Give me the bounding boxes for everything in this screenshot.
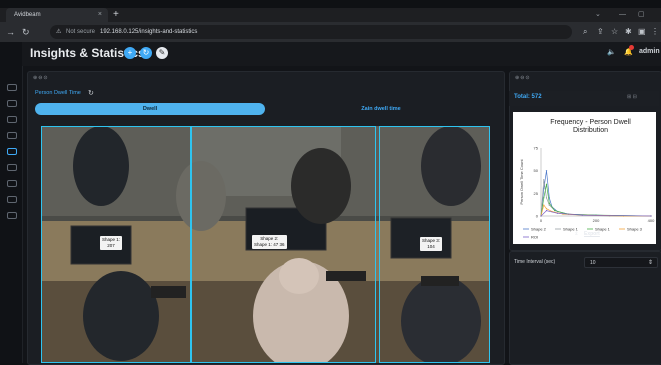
notification-badge	[629, 45, 634, 50]
interval-value: 10	[590, 260, 596, 266]
data-point	[581, 214, 583, 216]
tab-zain-dwell-time[interactable]: Zain dwell time	[266, 103, 496, 115]
total-label: Total: 572	[514, 94, 542, 100]
nav-insights-icon[interactable]	[7, 148, 17, 155]
series-line-2	[540, 184, 652, 217]
x-tick-label: 0	[540, 218, 543, 223]
close-tab-icon[interactable]: ×	[98, 8, 102, 22]
data-point	[545, 170, 548, 172]
data-point	[543, 204, 545, 206]
nav-reports-icon[interactable]	[7, 132, 17, 139]
x-tick-label: 200	[593, 218, 600, 223]
data-point	[548, 202, 550, 204]
star-icon[interactable]: ☆	[611, 26, 618, 38]
series-line-3	[540, 204, 651, 217]
nav-help-icon[interactable]	[7, 212, 17, 219]
y-tick-label: 50	[534, 168, 539, 173]
data-point	[554, 209, 556, 212]
nav-alerts-icon[interactable]	[7, 116, 17, 123]
warning-icon: ⚠	[56, 29, 62, 35]
app-root: Insights & Statistics + ↻ ✎ 🔈 🔔 admin ⊕⊖…	[0, 42, 661, 365]
edit-icon[interactable]: ✎	[156, 47, 168, 59]
chart-tool-icon[interactable]: ⊞ ⊟	[627, 94, 637, 100]
refresh-icon[interactable]: ↻	[140, 47, 152, 59]
share-icon[interactable]: ⇪	[597, 26, 604, 38]
data-point	[548, 204, 550, 206]
left-nav-rail	[0, 42, 23, 363]
y-tick-label: 75	[534, 146, 539, 151]
x-tick-label: 400	[648, 218, 655, 223]
search-icon[interactable]: ⌕	[583, 26, 587, 38]
interval-label: Time Interval (sec)	[514, 259, 556, 265]
address-bar-row: → ↻ ⚠ Not secure 192.168.0.125/insights-…	[0, 22, 661, 42]
shape-2-label: Shape 2: Shape 1: 47 36	[252, 235, 287, 249]
camera-feed[interactable]: Shape 1: 207 Shape 2: Shape 1: 47 36 Sha…	[41, 126, 490, 363]
shape-2-label-value: Shape 1: 47 36	[254, 242, 285, 247]
export-link[interactable]: Export	[584, 231, 600, 237]
shape-1-label-value: 207	[107, 243, 115, 248]
series-line-1	[540, 179, 651, 217]
tab-search-icon[interactable]: ⌄	[595, 8, 601, 22]
new-tab-button[interactable]: +	[113, 8, 119, 22]
legend-label: ROI	[531, 235, 538, 240]
y-tick-label: 25	[534, 191, 539, 196]
data-point	[556, 212, 559, 214]
user-name[interactable]: admin	[639, 48, 660, 55]
legend-label: Shape 2	[531, 227, 547, 232]
data-point	[545, 197, 548, 199]
data-point	[650, 215, 652, 217]
tab-title: Avidbeam	[14, 12, 41, 18]
browser-tab-strip: Avidbeam × + ⌄ — ▢	[0, 8, 661, 22]
panel-window-controls[interactable]: ⊕⊖⊙	[515, 75, 531, 81]
data-point	[545, 208, 548, 210]
nav-settings-icon[interactable]	[7, 196, 17, 203]
add-icon[interactable]: +	[124, 47, 136, 59]
data-point	[543, 197, 545, 199]
not-secure-label: Not secure	[66, 29, 96, 35]
legend-label: Shape 3	[627, 227, 643, 232]
volume-icon[interactable]: 🔈	[607, 48, 616, 56]
browser-tab[interactable]: Avidbeam ×	[6, 8, 108, 22]
data-point	[545, 183, 548, 185]
series-line-0	[540, 170, 651, 217]
forward-icon[interactable]: →	[6, 26, 15, 38]
dwell-time-chart: Frequency - Person Dwell Distribution 0 25 5…	[519, 119, 655, 240]
shape-3-label-value: 104	[427, 244, 435, 249]
y-tick-label: 0	[536, 214, 539, 219]
reload-icon[interactable]: ↻	[22, 26, 30, 38]
data-point	[543, 179, 545, 181]
panel-refresh-icon[interactable]: ↻	[88, 89, 94, 97]
shape-1-label: Shape 1: 207	[100, 236, 123, 250]
total-bar: Total: 572 ⊞ ⊟	[509, 91, 659, 106]
nav-search-icon[interactable]	[7, 164, 17, 171]
shape-3-label: Shape 3: 104	[420, 237, 443, 251]
panel-title: Person Dwell Time	[35, 90, 81, 96]
nav-cameras-icon[interactable]	[7, 100, 17, 107]
omnibox[interactable]: ⚠ Not secure 192.168.0.125/insights-and-…	[50, 25, 572, 39]
download-icon[interactable]: ⤓	[575, 230, 578, 237]
nav-dashboard-icon[interactable]	[7, 84, 17, 91]
data-point	[540, 215, 542, 217]
interval-panel	[509, 251, 661, 365]
tab-dwell[interactable]: Dwell	[35, 103, 265, 115]
minimize-button[interactable]: —	[619, 8, 626, 22]
chart-title: Frequency - Person Dwell Distribution	[550, 119, 631, 134]
extensions-icon[interactable]: ✱	[625, 26, 632, 38]
maximize-button[interactable]: ▢	[638, 8, 645, 22]
menu-icon[interactable]: ⋮	[651, 26, 659, 38]
chart-container: Frequency - Person Dwell Distribution 0 25 5…	[513, 112, 656, 244]
nav-users-icon[interactable]	[7, 180, 17, 187]
data-point	[545, 209, 548, 212]
y-axis-label: Person Dwell Time Count	[519, 159, 524, 205]
interval-input[interactable]: 10 ⇕	[584, 257, 658, 268]
stepper-icon[interactable]: ⇕	[648, 258, 653, 269]
url-text[interactable]: 192.168.0.125/insights-and-statistics	[100, 25, 197, 39]
sidebar-icon[interactable]: ▣	[638, 26, 646, 38]
panel-window-controls[interactable]: ⊕⊖⊙	[33, 75, 49, 81]
page-header: Insights & Statistics + ↻ ✎ 🔈 🔔 admin	[22, 42, 661, 66]
